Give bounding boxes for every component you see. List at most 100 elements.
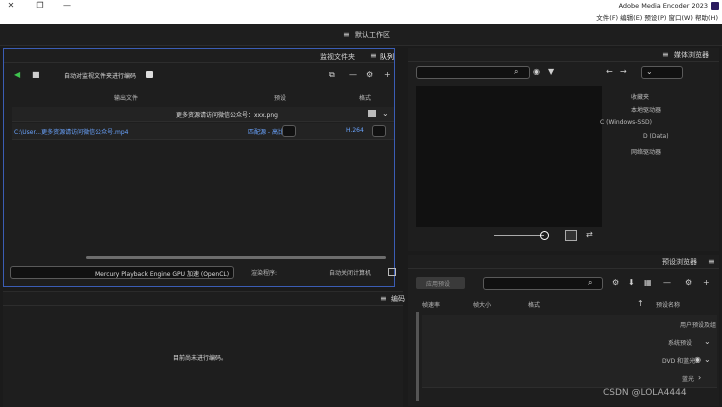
filter-icon[interactable]: ▼ <box>548 68 554 76</box>
preset-search-input[interactable]: ⌕ <box>483 277 603 290</box>
chevron-down-icon: ⌄ <box>646 67 653 76</box>
tree-item-local-drives[interactable]: 本地驱动器 <box>631 105 661 114</box>
preset-row-label: 用户预设及组 <box>680 322 717 329</box>
queue-panel: 监视文件夹 ≡ 队列 ◀ ■ 自动对监视文件夹进行编码 ⧉ — ⚙ + 输出文件… <box>3 48 396 287</box>
preset-row-label: DVD 和蓝光 <box>662 358 696 365</box>
export-icon[interactable]: ⬇ <box>628 279 635 287</box>
menu-items[interactable]: 文件(F) 编辑(E) 预设(P) 窗口(W) 帮助(H) <box>596 12 718 24</box>
back-arrow-icon[interactable]: ← <box>606 68 613 76</box>
format-dropdown[interactable] <box>372 125 386 137</box>
tab-queue[interactable]: 队列 <box>380 52 394 62</box>
remove-icon[interactable]: — <box>663 279 671 287</box>
start-queue-icon[interactable]: ◀ <box>14 71 20 79</box>
workspace-bar: ≡ 默认工作区 <box>0 24 722 46</box>
watermark: CSDN @LOLA4444 <box>603 388 687 398</box>
encoding-panel: ≡ 编码 目前尚未进行编码。 <box>3 291 405 407</box>
settings-icon[interactable]: ⚙ <box>685 279 692 287</box>
col-frame-size: 帧大小 <box>473 302 492 309</box>
media-search-input[interactable]: ⌕ <box>416 66 530 79</box>
col-frame-rate: 帧速率 <box>422 302 441 309</box>
new-group-icon[interactable]: ▦ <box>644 279 652 287</box>
horizontal-scrollbar[interactable] <box>86 256 386 259</box>
add-preset-icon[interactable]: + <box>703 279 710 287</box>
panel-menu-icon[interactable]: ≡ <box>370 52 377 60</box>
preset-browser-panel: ≡ 预设浏览器 应用预设 ⌕ ⚙ ⬇ ▦ — ⚙ + 帧速率 帧大小 格式 预设… <box>408 255 719 406</box>
media-tree: 收藏夹 本地驱动器 C (Windows-SSD) D (Data) 网络驱动器 <box>600 90 715 170</box>
zoom-slider-track[interactable] <box>494 235 544 236</box>
panel-menu-icon[interactable]: ≡ <box>380 295 387 303</box>
divider <box>4 62 394 63</box>
apply-preset-button[interactable]: 应用预设 <box>416 277 465 289</box>
col-preset: 预设 <box>274 95 287 102</box>
chevron-down-icon[interactable]: ⌄ <box>704 338 711 346</box>
vertical-scrollbar[interactable] <box>416 312 419 401</box>
media-filter-dropdown[interactable]: ⌄ <box>641 66 683 79</box>
encoding-title: 编码 <box>391 295 405 303</box>
auto-encode-checkbox[interactable] <box>146 71 153 78</box>
view-toggle-icon[interactable]: ◉ <box>533 68 540 76</box>
auto-encode-label: 自动对监视文件夹进行编码 <box>64 73 137 80</box>
auto-shutdown-checkbox[interactable] <box>388 268 396 276</box>
chevron-down-icon[interactable]: ⌄ <box>704 356 711 364</box>
renderer-label: 渲染程序: <box>251 270 278 277</box>
tab-watch-folders[interactable]: 监视文件夹 <box>320 52 355 62</box>
settings-icon[interactable]: ⚙ <box>366 71 373 79</box>
thumbnail-view-icon[interactable] <box>565 230 577 241</box>
preset-browser-title: 预设浏览器 <box>662 258 697 266</box>
media-browser-title: 媒体浏览器 <box>674 51 709 59</box>
col-preset-name: 预设名称 <box>656 302 681 309</box>
file-icon <box>368 110 376 117</box>
search-icon: ⌕ <box>514 67 519 76</box>
stop-icon[interactable]: ■ <box>32 71 40 79</box>
auto-shutdown-label: 自动关闭计算机 <box>329 270 372 277</box>
queue-item-row[interactable]: C:\User...更多资源请访问微信公众号.mp4 匹配源 - 高比特率 H.… <box>12 123 394 140</box>
queue-group-row[interactable]: 更多资源请访问微信公众号：xxx.png ⌄ <box>12 107 394 122</box>
restore-icon[interactable]: ❐ <box>33 1 47 11</box>
col-output: 输出文件 <box>114 95 139 102</box>
disc-icon: ◉ <box>694 355 701 364</box>
settings-icon[interactable]: ⚙ <box>612 279 619 287</box>
duplicate-icon[interactable]: ⧉ <box>329 71 335 79</box>
preset-row-label: 蓝光 <box>682 376 695 383</box>
tree-item-network-drives[interactable]: 网络驱动器 <box>631 147 661 156</box>
preset-row-label: 系统预设 <box>668 340 693 347</box>
item-format[interactable]: H.264 <box>346 127 364 134</box>
renderer-select[interactable]: Mercury Playback Engine GPU 加速 (OpenCL) <box>10 266 234 279</box>
preset-row-system[interactable]: 系统预设 ⌄ <box>422 333 717 352</box>
menu-bar: 文件(F) 编辑(E) 预设(P) 窗口(W) 帮助(H) <box>0 12 722 24</box>
panel-menu-icon[interactable]: ≡ <box>662 51 669 59</box>
divider <box>3 305 403 306</box>
title-bar: ✕ ❐ — Adobe Media Encoder 2023 <box>0 0 722 12</box>
add-source-icon[interactable]: + <box>384 71 391 79</box>
workspace-menu-icon[interactable]: ≡ <box>343 31 350 39</box>
media-preview-area <box>416 86 602 227</box>
chevron-down-icon[interactable]: ⌄ <box>382 110 389 118</box>
tree-item-favorites[interactable]: 收藏夹 <box>631 92 649 101</box>
sort-arrow-icon[interactable]: ↑ <box>637 300 644 308</box>
app-logo-icon <box>711 2 719 10</box>
tree-item-drive-d[interactable]: D (Data) <box>643 133 669 140</box>
media-browser-panel: ≡ 媒体浏览器 ⌄ → ← ▼ ◉ ⌕ 收藏夹 本地驱动器 C (Windows… <box>408 48 719 251</box>
remove-icon[interactable]: — <box>349 71 357 79</box>
chevron-right-icon[interactable]: › <box>698 374 701 382</box>
item-output[interactable]: C:\User...更多资源请访问微信公众号.mp4 <box>14 127 128 136</box>
panel-menu-icon[interactable]: ≡ <box>708 258 715 266</box>
preset-row-bluray[interactable]: 蓝光 › <box>422 369 717 388</box>
list-view-icon[interactable]: ⇄ <box>586 231 593 239</box>
workspace-label[interactable]: 默认工作区 <box>355 30 390 40</box>
divider <box>408 268 719 269</box>
close-icon[interactable]: ✕ <box>4 1 18 11</box>
search-icon: ⌕ <box>588 278 593 287</box>
preset-row-user[interactable]: 用户预设及组 <box>422 315 717 334</box>
col-format: 格式 <box>359 95 372 102</box>
renderer-value: Mercury Playback Engine GPU 加速 (OpenCL) <box>95 271 230 278</box>
encoding-empty-message: 目前尚未进行编码。 <box>173 355 228 362</box>
group-title: 更多资源请访问微信公众号：xxx.png <box>176 112 278 119</box>
forward-arrow-icon[interactable]: → <box>620 68 627 76</box>
preset-row-dvd[interactable]: DVD 和蓝光 ◉ ⌄ <box>422 351 717 370</box>
preset-dropdown[interactable] <box>282 125 296 137</box>
tree-item-drive-c[interactable]: C (Windows-SSD) <box>600 119 652 126</box>
zoom-slider-handle[interactable] <box>540 231 549 240</box>
minimize-icon[interactable]: — <box>60 1 74 11</box>
col-format: 格式 <box>528 302 541 309</box>
